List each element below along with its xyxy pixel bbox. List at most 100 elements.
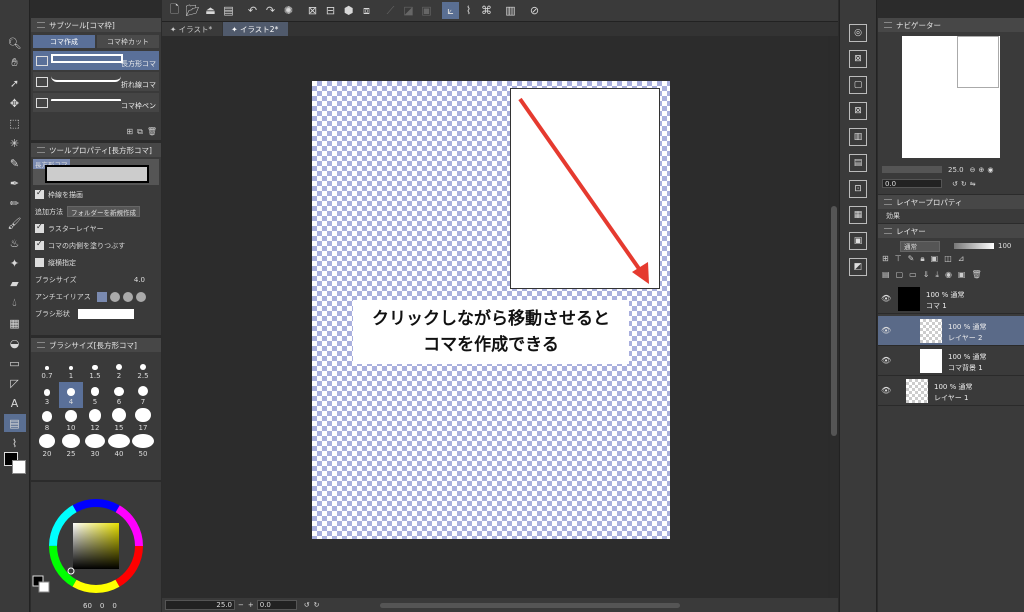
material-icon-6[interactable]: ⊡ — [849, 180, 867, 198]
antialias-mid-button[interactable] — [122, 291, 133, 302]
aspect-row[interactable]: 縦横指定 — [35, 255, 157, 270]
fill-icon[interactable]: ⬢ — [340, 2, 357, 19]
tab-frame-cut[interactable]: コマ枠カット — [97, 35, 159, 48]
open-icon[interactable]: 📂︎ — [184, 2, 201, 19]
hand-tool-icon[interactable]: ✋︎ — [4, 54, 26, 72]
airbrush-tool-icon[interactable]: ♨ — [4, 234, 26, 252]
sub-color-swatch[interactable] — [12, 460, 26, 474]
navigator-preview[interactable] — [902, 36, 1000, 158]
apply-mask-icon[interactable]: ▣ — [958, 270, 966, 282]
figure-tool-icon[interactable]: ▭ — [4, 354, 26, 372]
scroll-thumb[interactable] — [831, 206, 837, 436]
brush-size-cell[interactable]: 6 — [107, 382, 131, 408]
material-icon-3[interactable]: ⊠ — [849, 102, 867, 120]
draft-icon[interactable]: ✎ — [908, 254, 915, 266]
brush-size-cell[interactable]: 1 — [59, 356, 83, 382]
add-method-select[interactable]: フォルダーを新規作成 — [67, 206, 140, 217]
save-icon[interactable]: ⏏ — [202, 2, 219, 19]
canvas-horizontal-scrollbar[interactable] — [379, 602, 680, 608]
canvas-area[interactable]: クリックしながら移動させると コマを作成できる — [162, 36, 828, 598]
material-icon-4[interactable]: ▥ — [849, 128, 867, 146]
clear-outside-selection-icon[interactable]: ⊟ — [322, 2, 339, 19]
move-layer-tool-icon[interactable]: ✥ — [4, 94, 26, 112]
brush-size-cell[interactable]: 0.7 — [35, 356, 59, 382]
navigator-flip-icon[interactable]: ⇋ — [970, 180, 976, 188]
brush-size-cell[interactable]: 2 — [107, 356, 131, 382]
canvas-vertical-scrollbar[interactable] — [830, 36, 838, 598]
brush-size-cell[interactable]: 2.5 — [131, 356, 155, 382]
pencil-tool-icon[interactable]: ✏ — [4, 194, 26, 212]
navigator-rotate-left-icon[interactable]: ↺ — [952, 180, 958, 188]
navigator-rotate-right-icon[interactable]: ↻ — [961, 180, 967, 188]
fill-tool-icon[interactable]: ▦ — [4, 314, 26, 332]
new-document-icon[interactable]: 🗋︎ — [166, 2, 183, 19]
frame-border-tool-icon[interactable]: ▤ — [3, 414, 26, 432]
rotate-right-icon[interactable]: ↻ — [314, 601, 320, 609]
eye-icon[interactable]: 👁︎ — [881, 326, 891, 335]
subtool-polyline-frame[interactable]: 折れ線コマ — [33, 72, 159, 91]
antialias-strong-button[interactable] — [135, 291, 146, 302]
material-icon-9[interactable]: ◩ — [849, 258, 867, 276]
brush-tool-icon[interactable]: 🖌︎ — [4, 214, 26, 232]
rotate-left-icon[interactable]: ↺ — [304, 601, 310, 609]
brush-size-cell[interactable]: 25 — [59, 434, 83, 460]
material-icon-7[interactable]: ▦ — [849, 206, 867, 224]
draw-border-row[interactable]: 枠線を描画 — [35, 187, 157, 202]
invert-selection-icon[interactable]: ◪ — [400, 2, 417, 19]
eyedropper-tool-icon[interactable]: ✎ — [4, 154, 26, 172]
deselect-icon[interactable]: ⟋ — [382, 2, 399, 19]
eye-icon[interactable]: 👁︎ — [881, 386, 891, 395]
settings-icon[interactable]: ▥ — [502, 2, 519, 19]
auto-select-tool-icon[interactable]: ✳ — [4, 134, 26, 152]
subtool-frame-pen[interactable]: コマ枠ペン — [33, 93, 159, 112]
text-tool-icon[interactable]: A — [4, 394, 26, 412]
color-cursor[interactable] — [67, 567, 75, 575]
brush-shape-preview[interactable] — [77, 308, 134, 319]
layer-row[interactable]: 👁︎ 100 % 通常 レイヤー 2 — [878, 316, 1024, 346]
blend-mode-select[interactable]: 通常 — [900, 240, 940, 252]
material-icon-8[interactable]: ▣ — [849, 232, 867, 250]
material-icon-5[interactable]: ▤ — [849, 154, 867, 172]
lock-icon[interactable]: 🔒︎ — [920, 254, 924, 266]
brush-size-cell[interactable]: 1.5 — [83, 356, 107, 382]
layer-row[interactable]: 👁︎ 100 % 通常 レイヤー 1 — [878, 376, 1024, 406]
brush-size-cell[interactable]: 8 — [35, 408, 59, 434]
clear-icon[interactable]: ⊠ — [304, 2, 321, 19]
print-icon[interactable]: ▤ — [220, 2, 237, 19]
snap-to-special-ruler-icon[interactable]: ⌇ — [460, 2, 477, 19]
layer-row[interactable]: 👁︎ 100 % 通常 コマ 1 — [878, 284, 1024, 314]
tab-document-2[interactable]: ✦ イラスト2* — [223, 22, 289, 36]
brush-size-cell[interactable]: 3 — [35, 382, 59, 408]
material-icon-2[interactable]: ▢ — [849, 76, 867, 94]
balloon-tool-icon[interactable]: ⌇ — [4, 434, 26, 452]
canvas-page[interactable]: クリックしながら移動させると コマを作成できる — [312, 81, 670, 539]
subtool-rectangle-frame[interactable]: 長方形コマ — [33, 51, 159, 70]
pen-tool-icon[interactable]: ✒ — [4, 174, 26, 192]
brush-size-cell[interactable]: 40 — [107, 434, 131, 460]
tab-frame-create[interactable]: コマ作成 — [33, 35, 95, 48]
fill-inside-checkbox[interactable] — [35, 239, 44, 250]
navigator-zoom-in-icon[interactable]: ⊕ — [978, 166, 984, 174]
raster-layer-row[interactable]: ラスターレイヤー — [35, 221, 157, 236]
mask-icon[interactable]: ◫ — [944, 254, 952, 266]
draw-border-checkbox[interactable] — [35, 188, 44, 199]
zoom-in-icon[interactable]: + — [248, 601, 254, 609]
navigator-zoom-slider[interactable] — [882, 166, 942, 173]
merge-down-icon[interactable]: ⤓ — [935, 270, 939, 282]
help-icon[interactable]: ⊘ — [526, 2, 543, 19]
eraser-tool-icon[interactable]: ▰ — [4, 274, 26, 292]
delete-subtool-icon[interactable]: 🗑︎ — [147, 127, 157, 137]
redo-icon[interactable]: ↷ — [262, 2, 279, 19]
duplicate-subtool-icon[interactable]: ⧉ — [137, 127, 143, 137]
undo-icon[interactable]: ↶ — [244, 2, 261, 19]
brush-size-cell[interactable]: 17 — [131, 408, 155, 434]
selection-tool-icon[interactable]: ⬚ — [4, 114, 26, 132]
material-icon-1[interactable]: ⊠ — [849, 50, 867, 68]
eye-icon[interactable]: 👁︎ — [881, 294, 891, 303]
transform-icon[interactable]: ⧈ — [358, 2, 375, 19]
navigator-zoom-out-icon[interactable]: ⊖ — [970, 166, 976, 174]
brush-size-cell[interactable]: 4 — [59, 382, 83, 408]
zoom-out-icon[interactable]: − — [238, 601, 244, 609]
new-mask-icon[interactable]: ◉ — [945, 270, 952, 282]
busy-icon[interactable]: ✺ — [280, 2, 297, 19]
